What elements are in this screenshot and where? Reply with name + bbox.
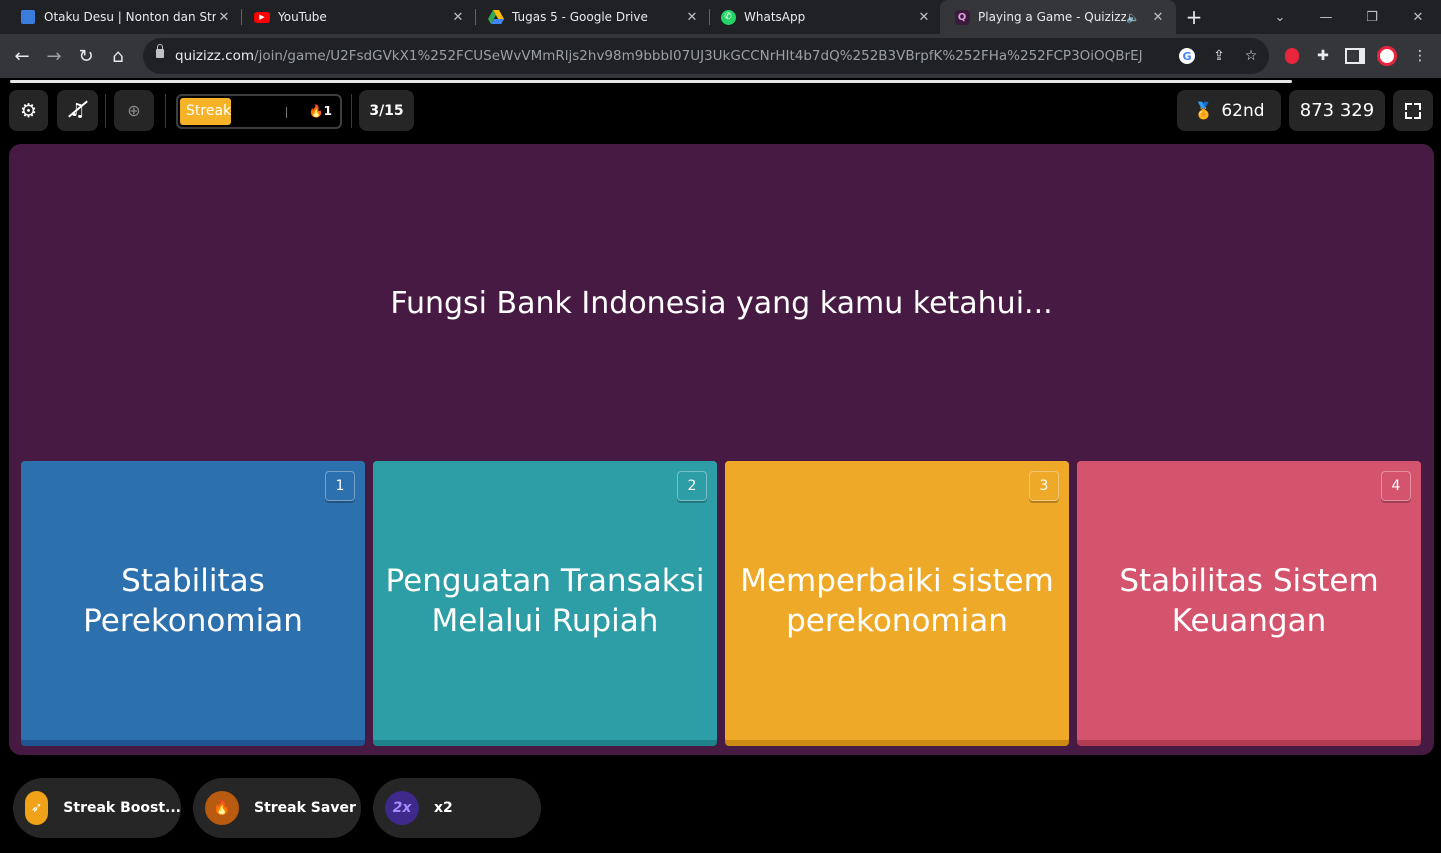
extension-red-icon[interactable] — [1282, 46, 1302, 66]
tab-otaku-desu[interactable]: Otaku Desu | Nonton dan Streaming ✕ — [0, 0, 242, 34]
settings-button[interactable]: ⚙ — [9, 90, 48, 131]
youtube-favicon: ▶ — [254, 9, 270, 25]
powerup-label: x2 — [434, 800, 453, 816]
powerup-streak-saver[interactable]: 🔥 Streak Saver — [193, 778, 361, 838]
rank-badge: 🏅 62nd — [1177, 90, 1281, 131]
answer-option-number: 3 — [1029, 471, 1059, 501]
answer-option-text: Stabilitas Sistem Keuangan — [1119, 562, 1379, 639]
powerup-label: Streak Boost... — [63, 800, 181, 816]
loading-progress-bar — [10, 80, 1292, 83]
medal-icon: 🏅 — [1193, 101, 1214, 120]
streak-meter: Streak 🔥1 — [176, 94, 342, 129]
url-host: quizizz.com — [175, 48, 255, 64]
answer-option-3[interactable]: Memperbaiki sistem perekonomian 3 — [725, 461, 1069, 746]
question-text: Fungsi Bank Indonesia yang kamu ketahui.… — [390, 286, 1053, 321]
back-arrow-icon[interactable]: ← — [8, 42, 36, 70]
window-close-icon[interactable]: ✕ — [1396, 0, 1440, 34]
streak-count-value: 1 — [323, 104, 332, 118]
close-icon[interactable]: ✕ — [450, 10, 466, 25]
close-icon[interactable]: ✕ — [216, 10, 232, 25]
tab-youtube[interactable]: ▶ YouTube ✕ — [234, 0, 476, 34]
streak-count: 🔥1 — [309, 104, 332, 118]
zoom-in-icon: ⊕ — [127, 101, 141, 120]
home-icon[interactable]: ⌂ — [104, 42, 132, 70]
audio-playing-icon[interactable]: 🔈 — [1126, 11, 1140, 24]
forward-arrow-icon[interactable]: → — [40, 42, 68, 70]
hud-divider — [351, 94, 352, 128]
double-points-icon: 2x — [385, 791, 419, 825]
tab-whatsapp[interactable]: ✆ WhatsApp ✕ — [700, 0, 942, 34]
music-toggle-button[interactable]: ♫ — [57, 90, 98, 131]
answer-option-face: Penguatan Transaksi Melalui Rupiah — [373, 461, 717, 740]
side-panel-icon[interactable] — [1345, 46, 1365, 66]
hud-divider — [105, 94, 106, 128]
question-panel: Fungsi Bank Indonesia yang kamu ketahui.… — [9, 144, 1434, 755]
answer-option-number: 4 — [1381, 471, 1411, 501]
score-display: 873 329 — [1289, 90, 1385, 131]
streak-boost-icon: ➶ — [25, 791, 49, 825]
streak-progress-fill: Streak — [180, 98, 231, 125]
close-icon[interactable]: ✕ — [684, 10, 700, 25]
tab-title: Tugas 5 - Google Drive — [512, 10, 648, 24]
browser-tab-strip: Otaku Desu | Nonton dan Streaming ✕ ▶ Yo… — [0, 0, 1441, 34]
url-path: /join/game/U2FsdGVkX1%252FCUSeWvVMmRljs2… — [254, 48, 1143, 64]
lock-icon — [156, 44, 164, 58]
zoom-button[interactable]: ⊕ — [114, 90, 154, 131]
question-counter: 3/15 — [359, 90, 414, 131]
share-icon[interactable]: ⇪ — [1209, 46, 1229, 66]
tab-google-drive[interactable]: Tugas 5 - Google Drive ✕ — [468, 0, 710, 34]
restore-icon[interactable]: ❐ — [1350, 0, 1394, 34]
gear-icon: ⚙ — [19, 99, 38, 122]
quizizz-favicon: Q — [954, 9, 970, 25]
tab-title: WhatsApp — [744, 10, 806, 24]
whatsapp-favicon: ✆ — [720, 9, 736, 25]
minimize-icon[interactable]: — — [1304, 0, 1348, 34]
fullscreen-icon — [1405, 102, 1421, 119]
answer-option-face: Stabilitas Sistem Keuangan — [1077, 461, 1421, 740]
answer-option-1[interactable]: Stabilitas Perekonomian 1 — [21, 461, 365, 746]
tab-title: Playing a Game - Quizizz — [978, 10, 1127, 24]
answer-option-number: 2 — [677, 471, 707, 501]
otaku-desu-favicon — [20, 9, 36, 25]
flame-icon: 🔥 — [308, 104, 324, 118]
close-icon[interactable]: ✕ — [1150, 10, 1166, 25]
new-tab-plus-icon[interactable]: + — [1182, 5, 1206, 29]
answer-option-4[interactable]: Stabilitas Sistem Keuangan 4 — [1077, 461, 1421, 746]
tab-title: Otaku Desu | Nonton dan Streaming — [44, 10, 216, 24]
answer-option-face: Memperbaiki sistem perekonomian — [725, 461, 1069, 740]
answer-option-text: Memperbaiki sistem perekonomian — [740, 562, 1054, 639]
browser-toolbar: ← → ↻ ⌂ quizizz.com/join/game/U2FsdGVkX1… — [0, 34, 1441, 78]
google-drive-favicon — [488, 9, 504, 25]
streak-saver-icon: 🔥 — [205, 791, 239, 825]
reload-icon[interactable]: ↻ — [72, 42, 100, 70]
close-icon[interactable]: ✕ — [916, 10, 932, 25]
fullscreen-button[interactable] — [1393, 90, 1433, 131]
music-off-icon: ♫ — [68, 100, 89, 121]
address-bar[interactable]: quizizz.com/join/game/U2FsdGVkX1%252FCUS… — [143, 38, 1269, 74]
answer-option-text: Stabilitas Perekonomian — [83, 562, 303, 639]
google-lens-icon[interactable]: G — [1177, 46, 1197, 66]
bookmark-star-icon[interactable]: ☆ — [1241, 46, 1261, 66]
powerup-label: Streak Saver — [254, 800, 356, 816]
answer-option-text: Penguatan Transaksi Melalui Rupiah — [385, 562, 705, 639]
streak-tick — [286, 107, 287, 118]
menu-kebab-icon[interactable]: ⋮ — [1410, 46, 1430, 66]
answer-option-face: Stabilitas Perekonomian — [21, 461, 365, 740]
tab-quizizz[interactable]: Q Playing a Game - Quizizz 🔈 ✕ — [940, 0, 1176, 34]
powerup-streak-booster[interactable]: ➶ Streak Boost... — [13, 778, 181, 838]
answer-option-number: 1 — [325, 471, 355, 501]
hud-divider — [165, 94, 166, 128]
rank-value: 62nd — [1221, 100, 1265, 121]
answer-option-2[interactable]: Penguatan Transaksi Melalui Rupiah 2 — [373, 461, 717, 746]
tab-search-chevron-icon[interactable]: ⌄ — [1258, 0, 1302, 34]
extensions-puzzle-icon[interactable]: ✚ — [1313, 46, 1333, 66]
tab-title: YouTube — [278, 10, 327, 24]
url-text[interactable]: quizizz.com/join/game/U2FsdGVkX1%252FCUS… — [175, 48, 1143, 64]
profile-avatar[interactable] — [1377, 46, 1397, 66]
powerup-double-points[interactable]: 2x x2 — [373, 778, 541, 838]
